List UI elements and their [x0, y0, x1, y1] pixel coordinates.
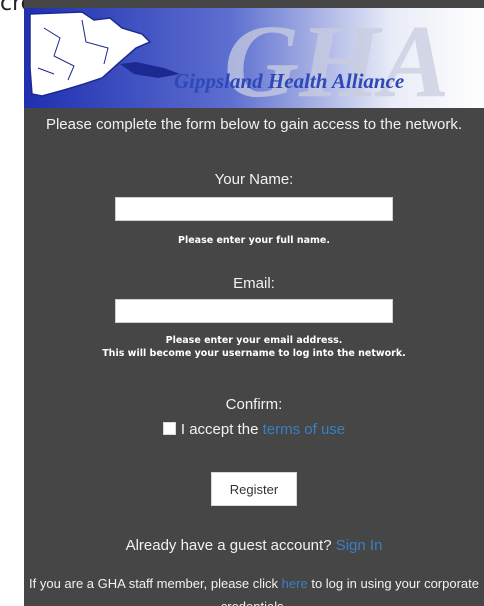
register-button[interactable]: Register [211, 472, 297, 506]
terms-row: I accept the terms of use [24, 421, 484, 438]
staff-login-note: If you are a GHA staff member, please cl… [24, 572, 484, 606]
signin-row: Already have a guest account? Sign In [24, 537, 484, 554]
confirm-label: Confirm: [225, 396, 283, 413]
name-input[interactable] [115, 197, 393, 221]
name-hint: Please enter your full name. [178, 235, 330, 246]
accept-text: I accept the [180, 421, 259, 438]
email-label: Email: [233, 275, 275, 292]
email-hint: Please enter your email address. This wi… [24, 334, 484, 360]
terms-of-use-link[interactable]: terms of use [263, 421, 346, 438]
gha-banner: GHA Gippsland Health Alliance [24, 8, 484, 108]
staff-text-before: If you are a GHA staff member, please cl… [29, 576, 279, 591]
email-hint-line-2: This will become your username to log in… [102, 348, 406, 359]
organization-name: Gippsland Health Alliance [174, 69, 405, 93]
email-hint-line-1: Please enter your email address. [165, 335, 343, 346]
form-intro: Please complete the form below to gain a… [45, 116, 463, 133]
name-label: Your Name: [214, 171, 294, 188]
guest-account-text: Already have a guest account? [125, 537, 332, 554]
guest-registration-panel: GHA Gippsland Health Alliance Please com… [24, 0, 484, 606]
sign-in-link[interactable]: Sign In [336, 537, 383, 554]
staff-here-link[interactable]: here [282, 576, 308, 591]
accept-terms-checkbox[interactable] [162, 422, 176, 435]
email-input[interactable] [115, 299, 393, 323]
